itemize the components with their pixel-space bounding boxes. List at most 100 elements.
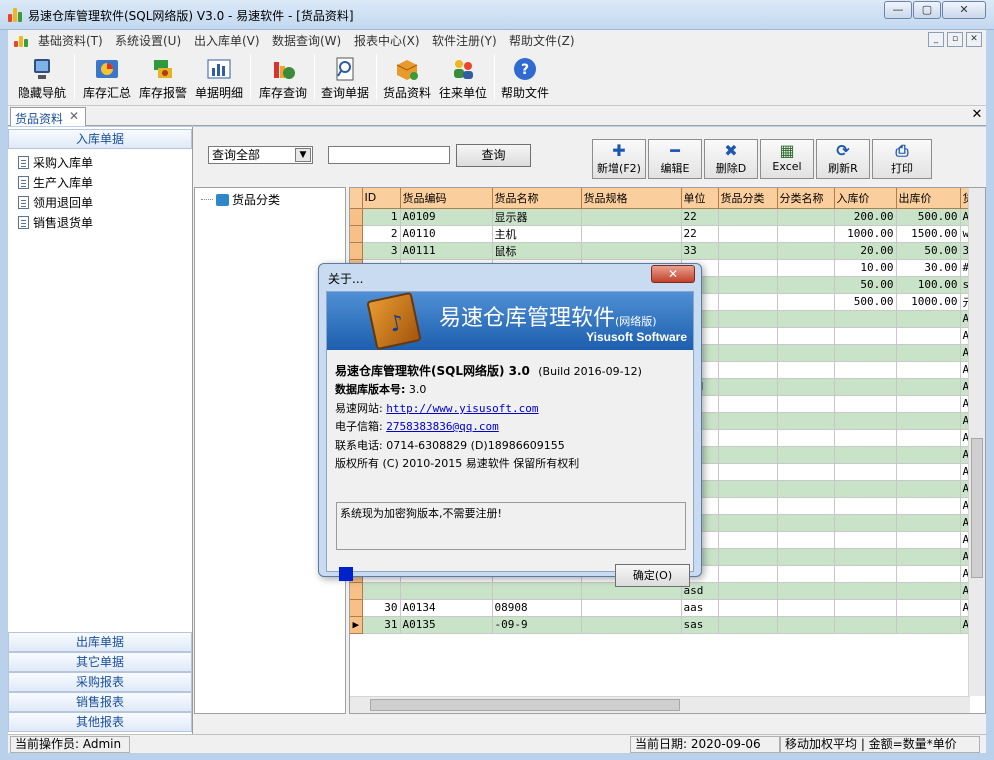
table-cell[interactable]: [777, 616, 835, 634]
table-cell[interactable]: [777, 395, 835, 413]
print-button[interactable]: ⎙ 打印: [872, 139, 932, 179]
nav-header-inbound[interactable]: 入库单据: [8, 129, 192, 149]
table-cell[interactable]: [834, 463, 897, 481]
table-cell[interactable]: 主机: [492, 225, 582, 243]
ok-button[interactable]: 确定(O): [615, 564, 690, 587]
query-button[interactable]: 查询: [456, 144, 531, 167]
nav-header-outbound[interactable]: 出库单据: [8, 632, 192, 652]
table-cell[interactable]: [777, 259, 835, 277]
table-cell[interactable]: [777, 582, 835, 600]
table-cell[interactable]: [834, 344, 897, 362]
table-cell[interactable]: [777, 276, 835, 294]
table-cell[interactable]: [718, 616, 778, 634]
table-cell[interactable]: [718, 327, 778, 345]
chevron-down-icon[interactable]: ▼: [295, 148, 311, 162]
mdi-restore-button[interactable]: ▫: [947, 32, 963, 47]
table-cell[interactable]: [896, 344, 961, 362]
column-header[interactable]: 货品规格: [581, 188, 682, 209]
tree-node-root[interactable]: 货品分类: [201, 191, 280, 208]
table-cell[interactable]: [581, 599, 682, 617]
nav-header-purchase-reports[interactable]: 采购报表: [8, 672, 192, 692]
table-cell[interactable]: [777, 531, 835, 549]
query-scope-select[interactable]: 查询全部 ▼: [208, 146, 313, 164]
table-cell[interactable]: 1: [362, 208, 401, 226]
table-cell[interactable]: [834, 497, 897, 515]
table-cell[interactable]: [718, 429, 778, 447]
column-header[interactable]: 单位: [681, 188, 719, 209]
table-cell[interactable]: A0109: [400, 208, 493, 226]
table-cell[interactable]: [834, 599, 897, 617]
table-cell[interactable]: [896, 361, 961, 379]
table-cell[interactable]: 50.00: [834, 276, 897, 294]
mdi-minimize-button[interactable]: _: [928, 32, 944, 47]
table-cell[interactable]: [834, 310, 897, 328]
search-input[interactable]: [328, 146, 450, 164]
nav-item-purchase-in[interactable]: 采购入库单: [18, 154, 93, 172]
table-cell[interactable]: 50.00: [896, 242, 961, 260]
table-cell[interactable]: [896, 497, 961, 515]
table-cell[interactable]: 30: [362, 599, 401, 617]
table-cell[interactable]: [777, 446, 835, 464]
email-link[interactable]: 2758383836@qq.com: [386, 420, 499, 433]
table-cell[interactable]: [777, 463, 835, 481]
table-cell[interactable]: 3: [362, 242, 401, 260]
table-row[interactable]: ▶ 31 A0135 -09-9 sas A: [350, 616, 977, 634]
table-cell[interactable]: [834, 446, 897, 464]
tab-goods-info[interactable]: 货品资料 ✕: [10, 107, 86, 126]
table-cell[interactable]: [777, 514, 835, 532]
tab-close-icon[interactable]: ✕: [69, 109, 79, 123]
table-cell[interactable]: [896, 548, 961, 566]
table-cell[interactable]: 2: [362, 225, 401, 243]
table-cell[interactable]: [718, 514, 778, 532]
table-cell[interactable]: [896, 395, 961, 413]
table-cell[interactable]: A0134: [400, 599, 493, 617]
table-cell[interactable]: [718, 531, 778, 549]
table-cell[interactable]: [834, 582, 897, 600]
dialog-close-button[interactable]: ✕: [651, 265, 695, 283]
nav-header-other-orders[interactable]: 其它单据: [8, 652, 192, 672]
table-cell[interactable]: [896, 582, 961, 600]
website-link[interactable]: http://www.yisusoft.com: [386, 402, 538, 415]
table-cell[interactable]: [718, 599, 778, 617]
table-cell[interactable]: [718, 548, 778, 566]
table-cell[interactable]: [362, 582, 401, 600]
table-cell[interactable]: 33: [681, 242, 719, 260]
toolbar-order-detail-button[interactable]: 单据明细: [192, 52, 246, 104]
table-cell[interactable]: [834, 412, 897, 430]
table-cell[interactable]: A0110: [400, 225, 493, 243]
table-cell[interactable]: [834, 378, 897, 396]
table-cell[interactable]: [777, 361, 835, 379]
table-cell[interactable]: 1500.00: [896, 225, 961, 243]
table-cell[interactable]: [777, 412, 835, 430]
add-button[interactable]: ✚ 新增(F2): [592, 139, 646, 179]
table-cell[interactable]: [718, 582, 778, 600]
table-cell[interactable]: [777, 429, 835, 447]
table-cell[interactable]: 31: [362, 616, 401, 634]
column-header[interactable]: 货品分类: [718, 188, 778, 209]
table-cell[interactable]: [896, 378, 961, 396]
table-cell[interactable]: 200.00: [834, 208, 897, 226]
table-cell[interactable]: [777, 599, 835, 617]
table-cell[interactable]: aas: [681, 599, 719, 617]
column-header[interactable]: 入库价: [834, 188, 897, 209]
table-cell[interactable]: 10.00: [834, 259, 897, 277]
table-cell[interactable]: [718, 208, 778, 226]
toolbar-hide-nav-button[interactable]: 隐藏导航: [14, 52, 70, 104]
table-cell[interactable]: [777, 225, 835, 243]
table-cell[interactable]: [400, 582, 493, 600]
table-cell[interactable]: [834, 395, 897, 413]
table-cell[interactable]: [718, 378, 778, 396]
mdi-close-button[interactable]: ✕: [966, 32, 982, 47]
menu-help[interactable]: 帮助文件(Z): [509, 32, 575, 49]
table-cell[interactable]: [777, 208, 835, 226]
scroll-thumb[interactable]: [370, 699, 680, 711]
delete-button[interactable]: ✖ 删除D: [704, 139, 758, 179]
close-document-icon[interactable]: ✕: [970, 108, 984, 122]
table-cell[interactable]: [718, 463, 778, 481]
toolbar-help-button[interactable]: ? 帮助文件: [498, 52, 552, 104]
table-cell[interactable]: [718, 344, 778, 362]
table-cell[interactable]: [896, 565, 961, 583]
table-cell[interactable]: 22: [681, 225, 719, 243]
toolbar-query-orders-button[interactable]: 查询单据: [318, 52, 372, 104]
row-indicator[interactable]: ▶: [350, 616, 363, 634]
